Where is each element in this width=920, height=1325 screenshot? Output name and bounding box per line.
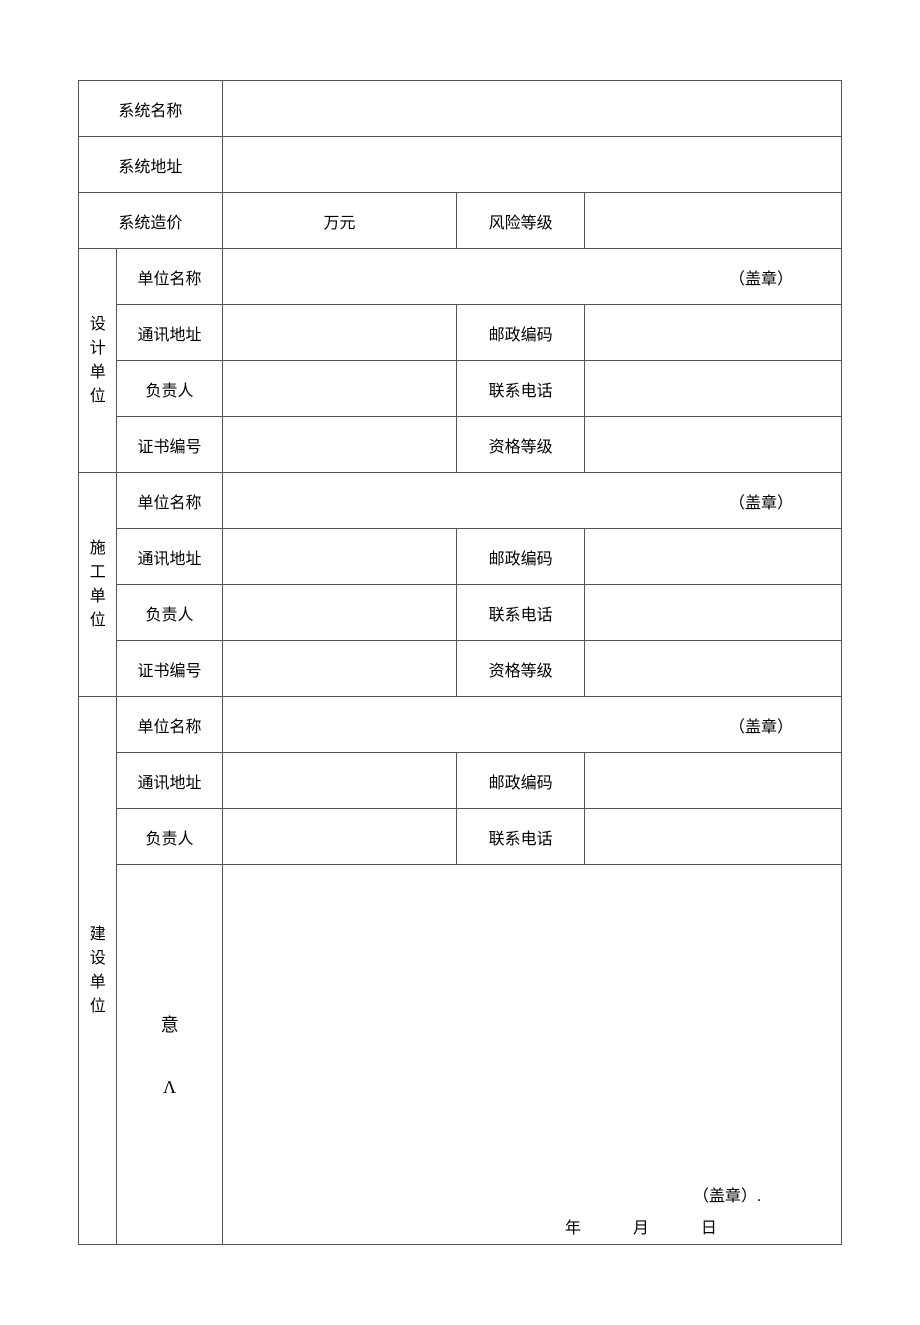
construction-post-value [584, 529, 841, 585]
design-phone-label: 联系电话 [457, 361, 584, 417]
construction-leader-label: 负责人 [117, 585, 222, 641]
date-month-label: 月 [633, 1220, 651, 1237]
construction-addr-label: 通讯地址 [117, 529, 222, 585]
design-phone-value [584, 361, 841, 417]
build-addr-label: 通讯地址 [117, 753, 222, 809]
system-cost-label: 系统造价 [79, 193, 223, 249]
design-group-label: 设计单位 [79, 249, 117, 473]
build-phone-value [584, 809, 841, 865]
build-opinion-area: （盖章）. 年 月 日 [222, 865, 841, 1245]
system-name-label: 系统名称 [79, 81, 223, 137]
opinion-char2: Λ [163, 1077, 176, 1098]
build-post-label: 邮政编码 [457, 753, 584, 809]
design-name-label: 单位名称 [117, 249, 222, 305]
construction-group-label: 施工单位 [79, 473, 117, 697]
design-addr-label: 通讯地址 [117, 305, 222, 361]
design-cert-value [222, 417, 457, 473]
construction-post-label: 邮政编码 [457, 529, 584, 585]
build-post-value [584, 753, 841, 809]
date-day-label: 日 [701, 1220, 719, 1237]
construction-cert-label: 证书编号 [117, 641, 222, 697]
design-post-label: 邮政编码 [457, 305, 584, 361]
date-year-label: 年 [565, 1220, 583, 1237]
system-name-value [222, 81, 841, 137]
opinion-char1: 意 [161, 1011, 179, 1037]
build-phone-label: 联系电话 [457, 809, 584, 865]
design-post-value [584, 305, 841, 361]
system-cost-unit: 万元 [222, 193, 457, 249]
risk-level-label: 风险等级 [457, 193, 584, 249]
build-group-label: 建设单位 [79, 697, 117, 1245]
construction-cert-value [222, 641, 457, 697]
build-addr-value [222, 753, 457, 809]
design-grade-value [584, 417, 841, 473]
build-name-label: 单位名称 [117, 697, 222, 753]
construction-name-seal: （盖章） [222, 473, 841, 529]
construction-addr-value [222, 529, 457, 585]
design-leader-label: 负责人 [117, 361, 222, 417]
build-leader-label: 负责人 [117, 809, 222, 865]
construction-grade-value [584, 641, 841, 697]
risk-level-value [584, 193, 841, 249]
build-opinion-label: 意 Λ [117, 865, 222, 1245]
build-bottom-seal: （盖章）. [223, 1182, 841, 1214]
design-name-seal: （盖章） [222, 249, 841, 305]
system-addr-value [222, 137, 841, 193]
design-cert-label: 证书编号 [117, 417, 222, 473]
construction-phone-value [584, 585, 841, 641]
build-leader-value [222, 809, 457, 865]
construction-leader-value [222, 585, 457, 641]
construction-name-label: 单位名称 [117, 473, 222, 529]
design-leader-value [222, 361, 457, 417]
form-table: 系统名称 系统地址 系统造价 万元 风险等级 设计单位 单位名称 （盖章） 通 [78, 80, 842, 1245]
build-date-line: 年 月 日 [223, 1214, 841, 1238]
design-grade-label: 资格等级 [457, 417, 584, 473]
system-addr-label: 系统地址 [79, 137, 223, 193]
construction-phone-label: 联系电话 [457, 585, 584, 641]
construction-grade-label: 资格等级 [457, 641, 584, 697]
build-name-seal: （盖章） [222, 697, 841, 753]
design-addr-value [222, 305, 457, 361]
